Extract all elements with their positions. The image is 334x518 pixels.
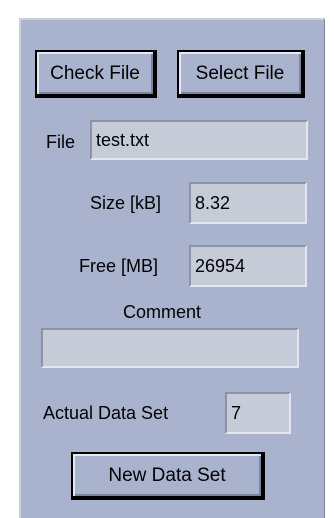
actual-data-set-label: Actual Data Set	[43, 403, 169, 423]
check-file-button[interactable]: Check File	[35, 50, 157, 98]
comment-field[interactable]	[41, 328, 299, 368]
free-field[interactable]: 26954	[189, 245, 307, 287]
file-label: File	[46, 132, 76, 152]
actual-data-set-field[interactable]: 7	[225, 392, 291, 434]
comment-label: Comment	[123, 302, 202, 322]
new-data-set-button[interactable]: New Data Set	[71, 452, 265, 500]
file-field[interactable]: test.txt	[90, 120, 308, 160]
size-field[interactable]: 8.32	[189, 182, 307, 224]
size-label: Size [kB]	[90, 193, 162, 213]
free-label: Free [MB]	[79, 256, 159, 276]
select-file-button[interactable]: Select File	[177, 50, 305, 98]
file-panel: Check File Select File File test.txt Siz…	[19, 18, 325, 518]
